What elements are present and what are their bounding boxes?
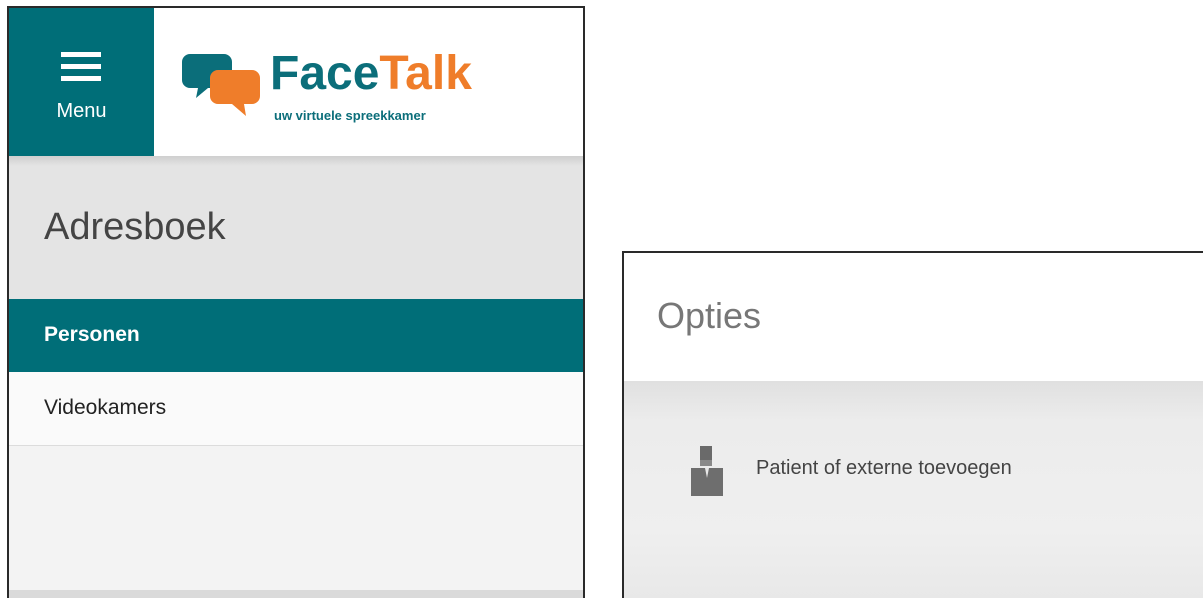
menu-label: Menu bbox=[56, 100, 107, 122]
hamburger-icon bbox=[61, 52, 101, 82]
addressbook-panel: Menu FaceTalk uw virtuele spreekkamer Ad… bbox=[7, 6, 585, 598]
add-patient-option[interactable]: Patient of externe toevoegen bbox=[624, 441, 1203, 497]
logo-tagline: uw virtuele spreekkamer bbox=[274, 108, 426, 123]
app-header: Menu FaceTalk uw virtuele spreekkamer bbox=[9, 8, 583, 156]
sidebar-item-personen[interactable]: Personen bbox=[9, 299, 583, 372]
facetalk-logo: FaceTalk uw virtuele spreekkamer bbox=[182, 46, 502, 128]
menu-button[interactable]: Menu bbox=[9, 8, 154, 156]
option-label: Patient of externe toevoegen bbox=[756, 457, 1012, 479]
sidebar-item-label: Personen bbox=[44, 323, 140, 346]
panel-footer-divider bbox=[9, 590, 583, 598]
sidebar-item-label: Videokamers bbox=[44, 396, 167, 419]
section-header: Adresboek bbox=[9, 166, 583, 299]
person-icon bbox=[691, 446, 723, 496]
speech-bubbles-icon bbox=[182, 54, 260, 116]
logo-wordmark: FaceTalk bbox=[270, 47, 472, 100]
options-title: Opties bbox=[657, 295, 762, 336]
header-divider bbox=[9, 156, 583, 166]
sidebar-item-videokamers[interactable]: Videokamers bbox=[9, 372, 583, 446]
page-title: Adresboek bbox=[44, 206, 226, 248]
options-panel: Opties Patient of externe toevoegen bbox=[622, 251, 1203, 598]
